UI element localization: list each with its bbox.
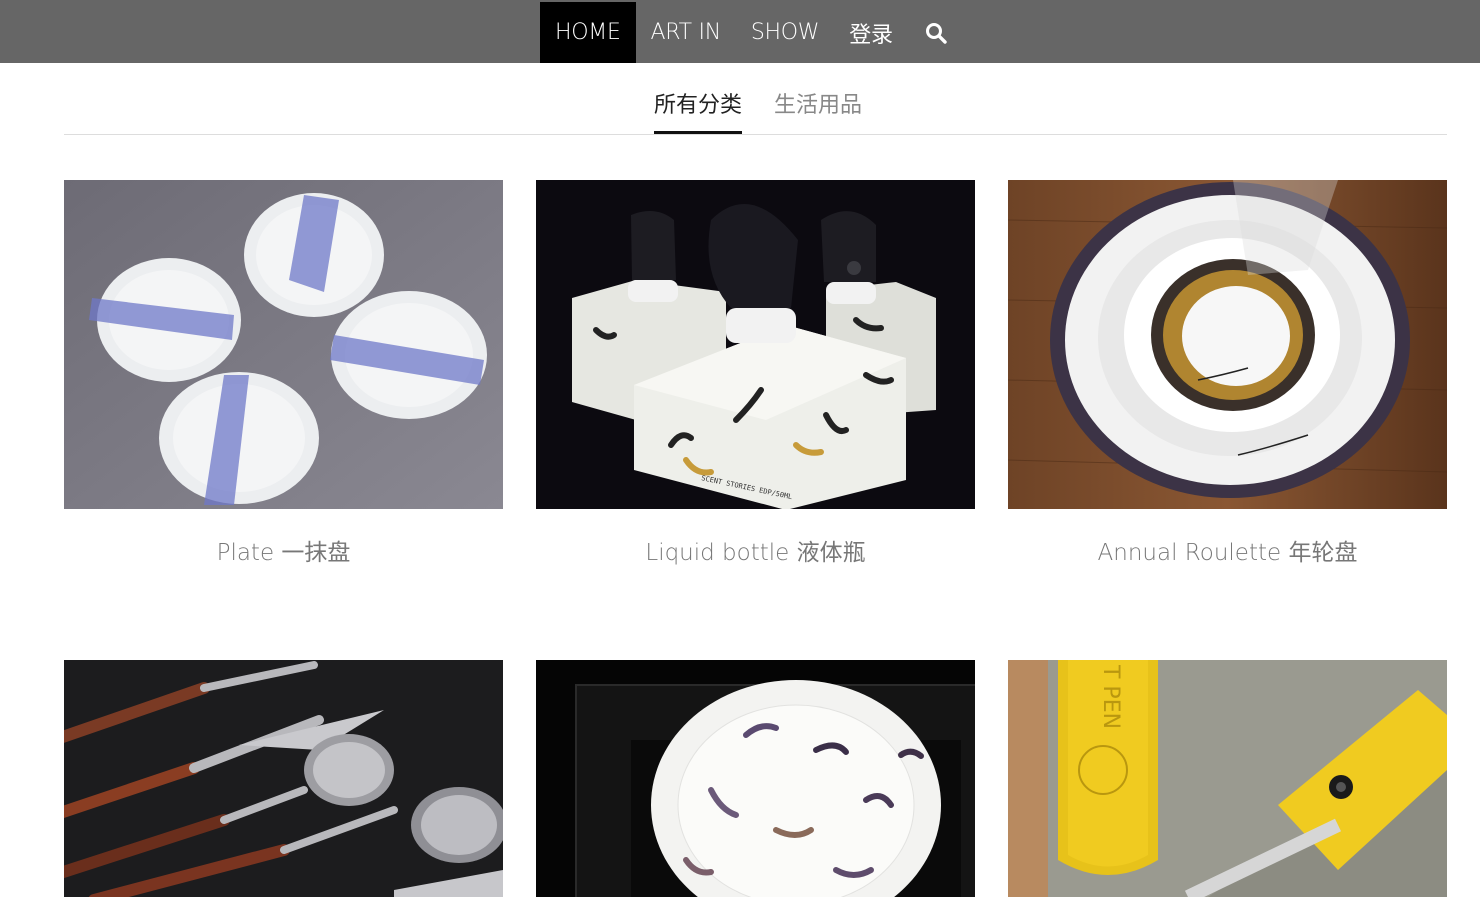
search-button[interactable] — [908, 2, 963, 63]
product-image-pen-sleeve[interactable]: T PEN — [1008, 660, 1447, 897]
tab-daily-goods[interactable]: 生活用品 — [774, 87, 862, 134]
nav-home[interactable]: HOME — [540, 2, 636, 63]
category-tabs: 所有分类 生活用品 — [64, 63, 1447, 135]
product-image-liquid-bottle[interactable]: SCENT STORIES EDP/50ML — [536, 180, 975, 509]
product-title[interactable]: Plate 一抹盘 — [64, 533, 503, 567]
product-card: Annual Roulette 年轮盘 — [1008, 180, 1447, 567]
product-title[interactable]: Liquid bottle 液体瓶 — [536, 533, 975, 567]
product-image-annual-roulette[interactable] — [1008, 180, 1447, 509]
nav-art-in[interactable]: ART IN — [636, 2, 736, 63]
product-card — [64, 660, 503, 897]
top-navigation-bar: HOME ART IN SHOW 登录 — [0, 0, 1480, 63]
product-card: T PEN — [1008, 660, 1447, 897]
product-image-plate-box[interactable] — [536, 660, 975, 897]
tab-all-categories[interactable]: 所有分类 — [654, 87, 743, 134]
product-image-plate[interactable] — [64, 180, 503, 509]
product-card: SCENT STORIES EDP/50ML Liquid bottle 液体瓶 — [536, 180, 975, 567]
product-image-cutlery[interactable] — [64, 660, 503, 897]
nav-show[interactable]: SHOW — [736, 2, 834, 63]
main-menu: HOME ART IN SHOW 登录 — [540, 2, 963, 63]
search-icon — [925, 22, 947, 44]
nav-login[interactable]: 登录 — [834, 2, 907, 63]
product-card: Plate 一抹盘 — [64, 180, 503, 567]
pen-sleeve-print: T PEN — [1098, 664, 1123, 729]
product-title[interactable]: Annual Roulette 年轮盘 — [1008, 533, 1447, 567]
product-card — [536, 660, 975, 897]
